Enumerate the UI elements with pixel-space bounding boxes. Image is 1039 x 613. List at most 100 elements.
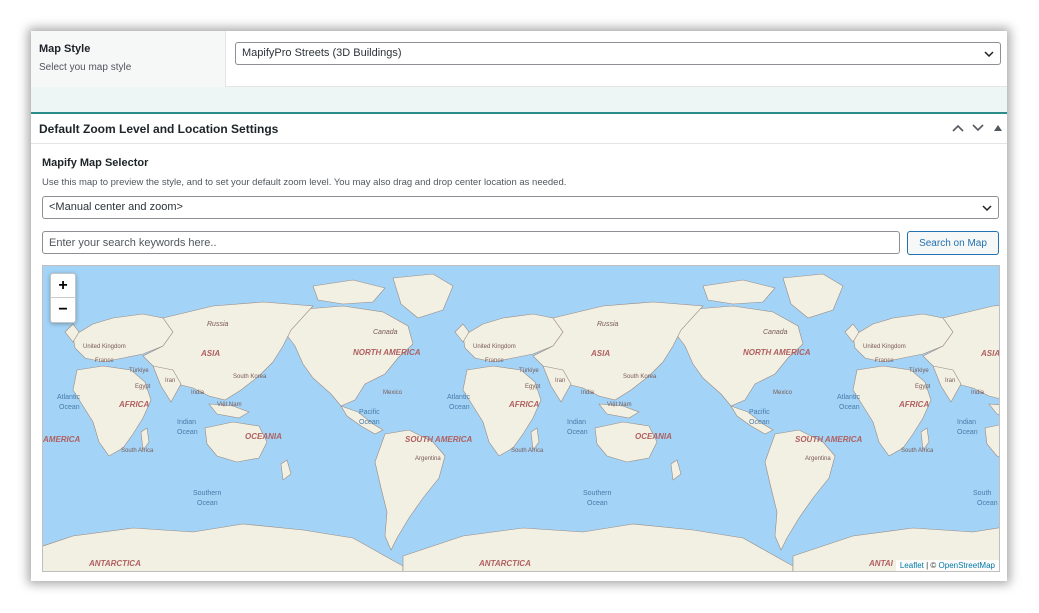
search-on-map-button[interactable]: Search on Map: [907, 231, 999, 255]
map-preview[interactable]: Russia United Kingdom France ASIA Türkiy…: [42, 265, 1000, 572]
label-africa-2: AFRICA: [508, 400, 539, 409]
label-america-left: AMERICA: [43, 435, 81, 444]
map-style-select-value: MapifyPro Streets (3D Buildings): [242, 47, 402, 59]
map-selector-title: Mapify Map Selector: [42, 157, 149, 169]
label-southern-ocean: Ocean: [197, 500, 218, 507]
label-antarctica: ANTARCTICA: [88, 559, 141, 568]
label-atlantic: Atlantic: [57, 394, 80, 401]
label-india-2: India: [581, 390, 595, 396]
map-style-description: Select you map style: [39, 62, 132, 73]
label-iran: Iran: [165, 378, 175, 384]
search-input[interactable]: [42, 231, 900, 254]
world-map[interactable]: Russia United Kingdom France ASIA Türkiy…: [43, 266, 1000, 572]
label-south-korea-2: South Korea: [623, 374, 657, 380]
chevron-down-icon: [984, 43, 994, 64]
label-indian-ocean-3: Ocean: [957, 429, 978, 436]
map-style-label: Map Style: [39, 43, 91, 55]
map-selector-description: Use this map to preview the style, and t…: [42, 177, 567, 188]
label-asia-2: ASIA: [590, 349, 610, 358]
label-southern: Southern: [193, 490, 222, 497]
label-france: France: [95, 358, 114, 364]
label-asia-3: ASIA: [980, 349, 1000, 358]
label-turkiye-2: Türkiye: [519, 368, 539, 374]
map-center-select[interactable]: <Manual center and zoom>: [42, 196, 999, 219]
zoom-out-button[interactable]: −: [51, 298, 75, 322]
label-pacific-ocean: Ocean: [359, 419, 380, 426]
label-south-3: South: [973, 490, 991, 497]
label-india: India: [191, 390, 205, 396]
label-france-3: France: [875, 358, 894, 364]
label-mexico-2: Mexico: [773, 390, 793, 396]
label-atlantic-ocean-2: Ocean: [449, 404, 470, 411]
map-attribution: Leaflet | © OpenStreetMap: [895, 560, 999, 571]
settings-frame: Map Style Select you map style MapifyPro…: [31, 31, 1007, 581]
label-uk: United Kingdom: [83, 344, 126, 350]
chevron-down-icon: [982, 197, 992, 218]
label-atlantic-ocean-3: Ocean: [839, 404, 860, 411]
label-indian-2: Indian: [567, 419, 586, 426]
label-egypt: Egypt: [135, 384, 151, 390]
label-south-ocean-3: Ocean: [977, 500, 998, 507]
label-south-africa-3: South Africa: [901, 448, 934, 454]
map-style-row: Map Style Select you map style MapifyPro…: [31, 31, 1007, 87]
panel-header: Default Zoom Level and Location Settings: [31, 114, 1007, 144]
label-oceania: OCEANIA: [245, 432, 282, 441]
label-south-korea: South Korea: [233, 374, 267, 380]
label-mexico: Mexico: [383, 390, 403, 396]
label-asia: ASIA: [200, 349, 220, 358]
label-atlantic-2: Atlantic: [447, 394, 470, 401]
label-egypt-3: Egypt: [915, 384, 931, 390]
label-southern-ocean-2: Ocean: [587, 500, 608, 507]
label-pacific: Pacific: [359, 409, 380, 416]
label-indian-ocean: Ocean: [177, 429, 198, 436]
label-south-america: SOUTH AMERICA: [405, 435, 472, 444]
label-south-africa-2: South Africa: [511, 448, 544, 454]
label-argentina: Argentina: [415, 456, 441, 462]
label-india-3: India: [971, 390, 985, 396]
map-style-label-col: Map Style Select you map style: [31, 31, 226, 87]
label-uk-3: United Kingdom: [863, 344, 906, 350]
label-north-america-2: NORTH AMERICA: [743, 348, 811, 357]
move-down-icon[interactable]: [971, 121, 985, 135]
panel-controls: [951, 121, 1005, 135]
label-antai: ANTAI: [868, 559, 894, 568]
panel-title: Default Zoom Level and Location Settings: [39, 121, 279, 136]
label-indian: Indian: [177, 419, 196, 426]
map-style-select[interactable]: MapifyPro Streets (3D Buildings): [235, 42, 1001, 65]
label-atlantic-3: Atlantic: [837, 394, 860, 401]
label-uk-2: United Kingdom: [473, 344, 516, 350]
label-iran-2: Iran: [555, 378, 565, 384]
label-iran-3: Iran: [945, 378, 955, 384]
zoom-control: + −: [50, 273, 76, 323]
label-africa: AFRICA: [118, 400, 149, 409]
leaflet-link[interactable]: Leaflet: [900, 561, 924, 570]
label-africa-3: AFRICA: [898, 400, 929, 409]
label-pacific-2: Pacific: [749, 409, 770, 416]
label-antarctica-2: ANTARCTICA: [478, 559, 531, 568]
label-russia-2: Russia: [597, 321, 619, 328]
label-turkiye: Türkiye: [129, 368, 149, 374]
label-ocean: Ocean: [59, 404, 80, 411]
label-south-america-2: SOUTH AMERICA: [795, 435, 862, 444]
label-southern-2: Southern: [583, 490, 612, 497]
openstreetmap-link[interactable]: OpenStreetMap: [939, 561, 995, 570]
label-france-2: France: [485, 358, 504, 364]
label-oceania-2: OCEANIA: [635, 432, 672, 441]
label-argentina-2: Argentina: [805, 456, 831, 462]
label-viet-nam-2: Việt Nam: [607, 402, 632, 408]
map-style-field-col: MapifyPro Streets (3D Buildings): [226, 31, 1007, 86]
label-indian-3: Indian: [957, 419, 976, 426]
label-south-africa: South Africa: [121, 448, 154, 454]
attribution-separator: | ©: [923, 561, 939, 570]
label-pacific-ocean-2: Ocean: [749, 419, 770, 426]
label-north-america: NORTH AMERICA: [353, 348, 421, 357]
zoom-in-button[interactable]: +: [51, 274, 75, 298]
label-turkiye-3: Türkiye: [909, 368, 929, 374]
section-separator: [31, 87, 1007, 114]
map-center-select-value: <Manual center and zoom>: [49, 201, 183, 213]
move-up-icon[interactable]: [951, 121, 965, 135]
label-canada: Canada: [373, 329, 398, 336]
collapse-toggle-icon[interactable]: [991, 121, 1005, 135]
label-indian-ocean-2: Ocean: [567, 429, 588, 436]
label-canada-2: Canada: [763, 329, 788, 336]
